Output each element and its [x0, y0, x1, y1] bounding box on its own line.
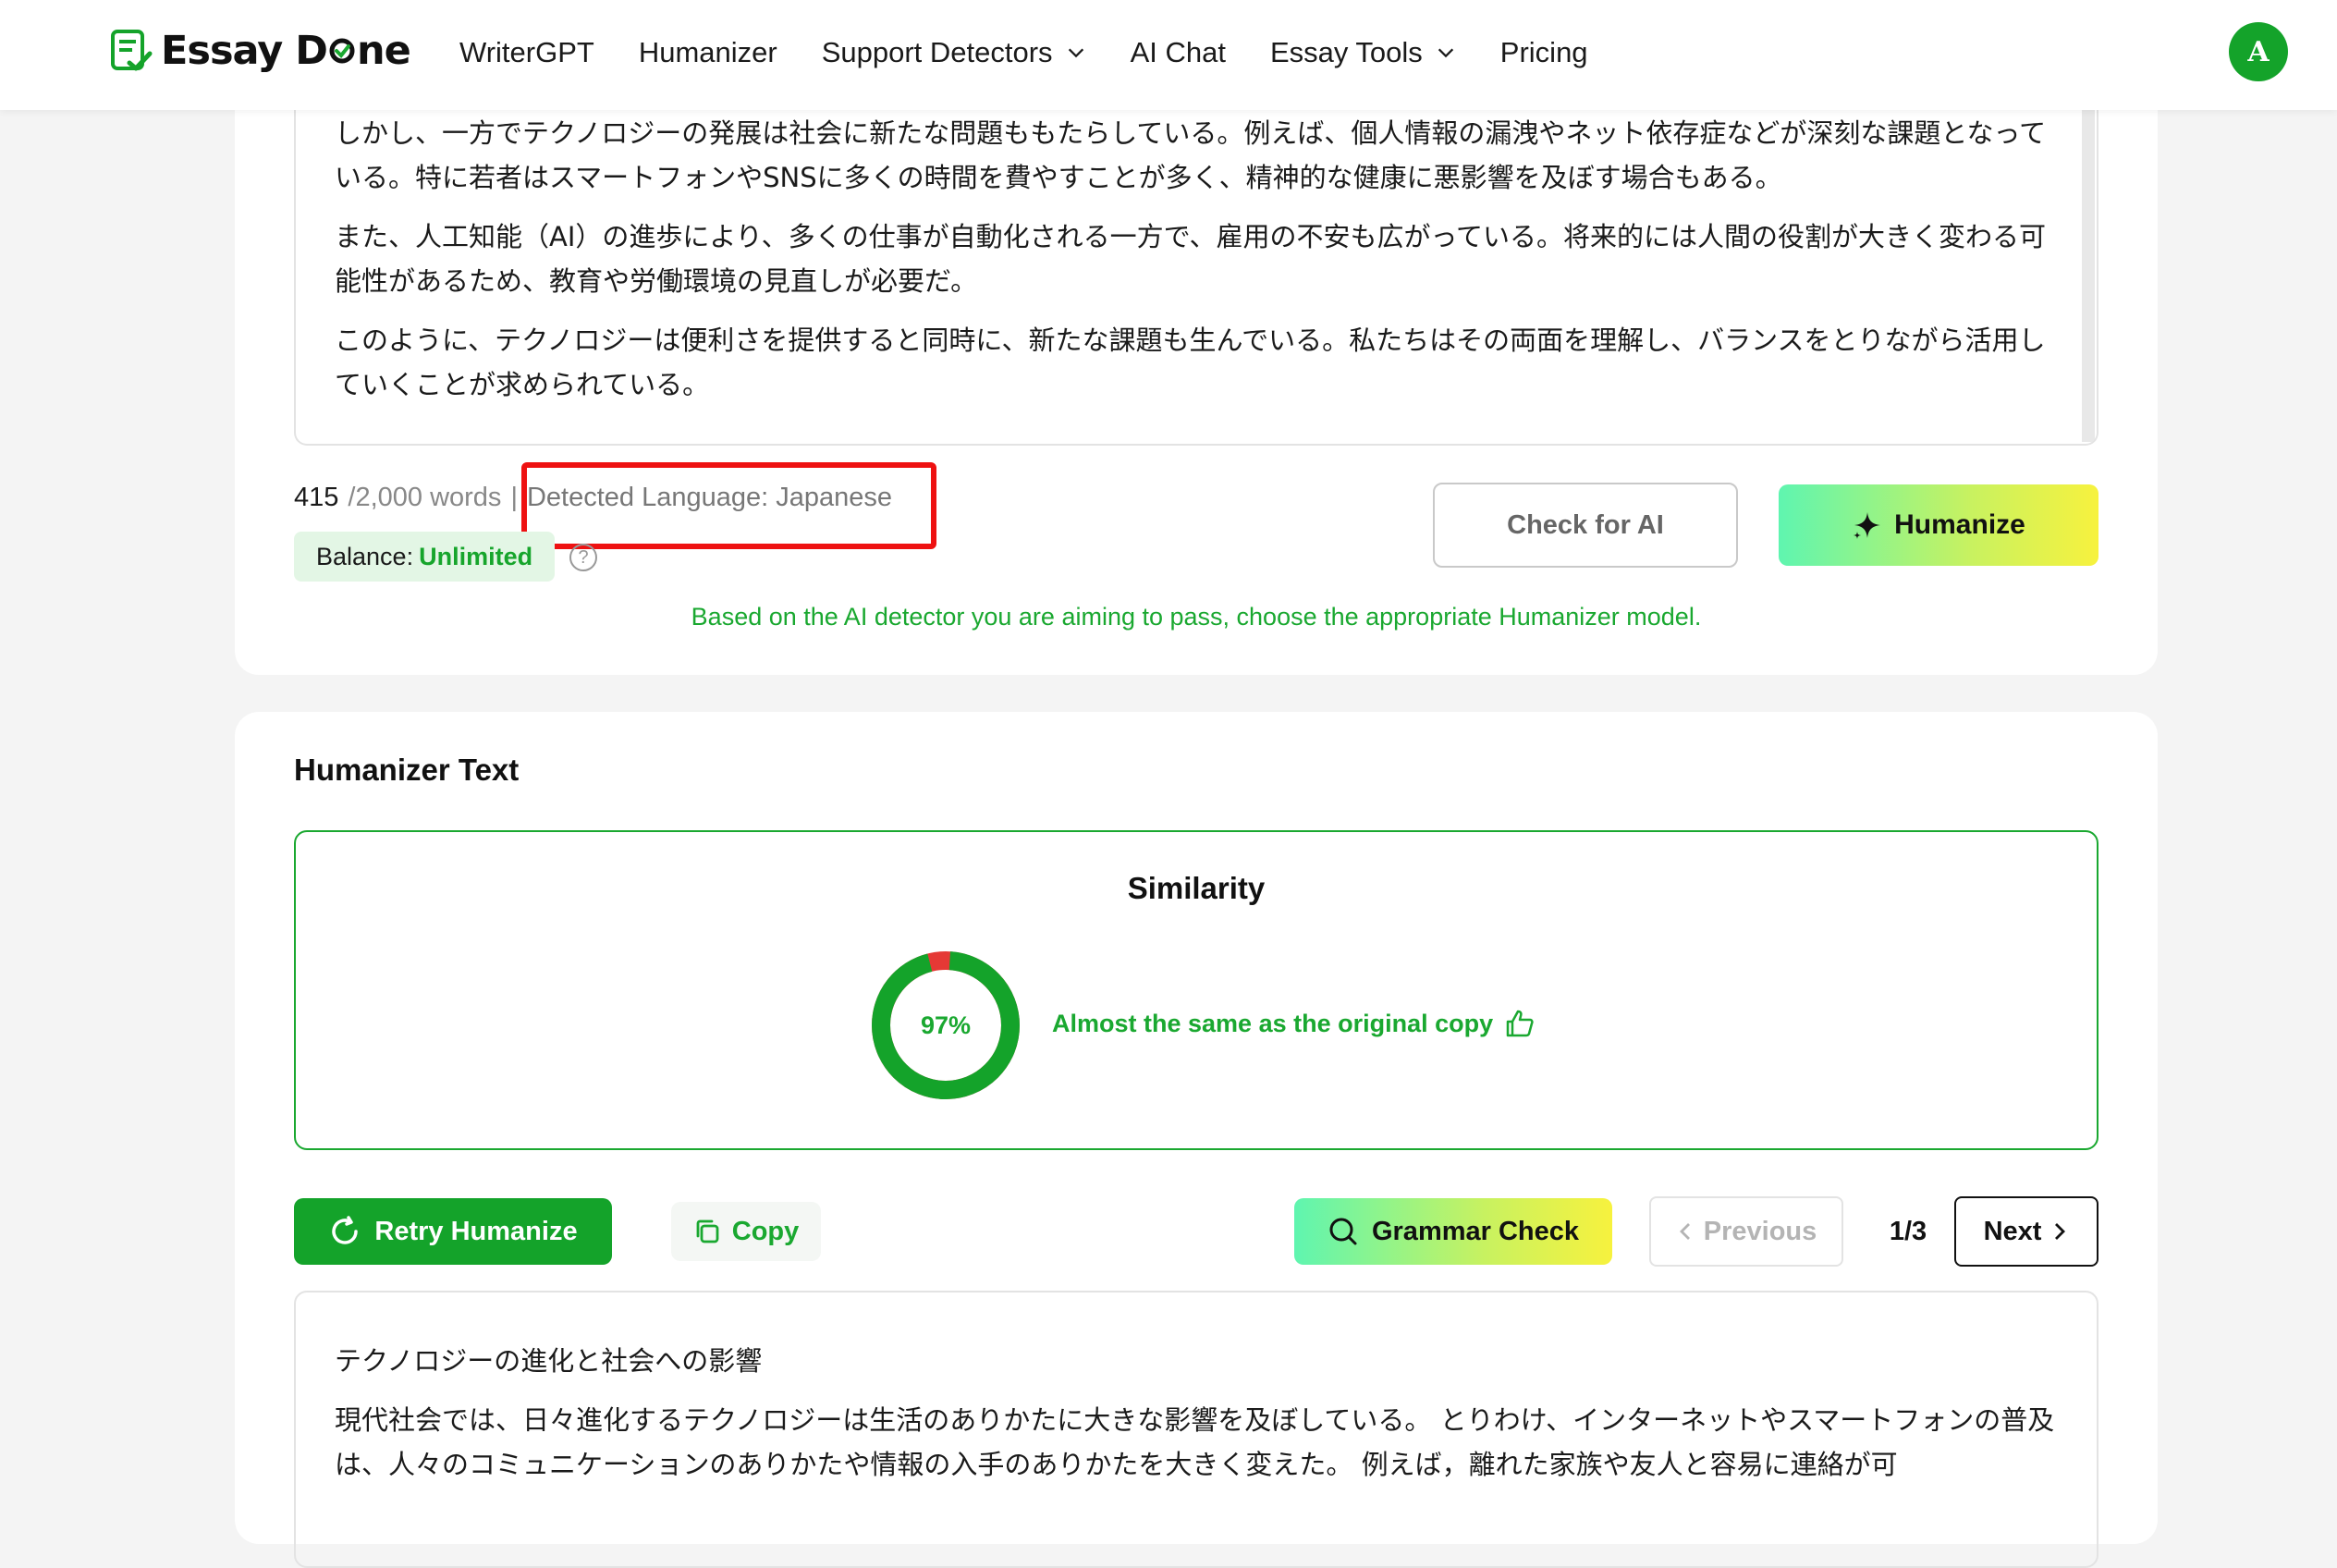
help-icon[interactable]: ? — [569, 544, 597, 571]
humanized-output-text[interactable]: テクノロジーの進化と社会への影響 現代社会では、日々進化するテクノロジーは生活の… — [294, 1291, 2098, 1568]
copy-label: Copy — [731, 1216, 800, 1246]
nav-pricing[interactable]: Pricing — [1500, 36, 1588, 69]
nav-label: Support Detectors — [821, 36, 1053, 68]
nav-essay-tools[interactable]: Essay Tools — [1270, 36, 1456, 69]
input-textarea[interactable]: しかし、一方でテクノロジーの発展は社会に新たな問題ももたらしている。例えば、個人… — [294, 55, 2098, 446]
sparkle-icon — [1854, 512, 1881, 539]
logo-text-b: ne — [356, 28, 411, 74]
copy-button[interactable]: Copy — [671, 1202, 821, 1261]
chevron-left-icon — [1679, 1223, 1690, 1240]
similarity-title: Similarity — [1127, 871, 1266, 905]
thumbs-up-icon — [1506, 1010, 1534, 1037]
logo-text-a: Essay D — [161, 28, 328, 74]
nav-label: Essay Tools — [1269, 36, 1423, 68]
output-title-line: テクノロジーの進化と社会への影響 — [335, 1345, 763, 1377]
next-button[interactable]: Next — [1954, 1196, 2098, 1267]
logo-wordmark: Essay D ne — [161, 28, 411, 74]
nav-ai-chat[interactable]: AI Chat — [1131, 36, 1226, 69]
humanizer-output-card: Humanizer Text Similarity 97% Almost the… — [235, 712, 2158, 1568]
logo-o-check-icon — [329, 38, 355, 64]
chevron-down-icon — [1438, 48, 1453, 58]
textarea-scrollbar[interactable] — [2082, 55, 2095, 442]
word-count: 415 — [294, 483, 339, 512]
nav-label: AI Chat — [1130, 36, 1226, 68]
chevron-right-icon — [2055, 1223, 2066, 1240]
similarity-note: Almost the same as the original copy — [1052, 1008, 1536, 1039]
balance-label: Balance: — [316, 542, 414, 570]
retry-humanize-label: Retry Humanize — [374, 1216, 578, 1246]
model-hint-text: Based on the AI detector you are aiming … — [691, 603, 1702, 631]
copy-icon — [696, 1219, 719, 1243]
annotation-highlight-box — [521, 462, 936, 549]
input-card: しかし、一方でテクノロジーの発展は社会に新たな問題ももたらしている。例えば、個人… — [235, 55, 2158, 675]
nav-label: WriterGPT — [459, 36, 594, 68]
check-for-ai-button[interactable]: Check for AI — [1433, 483, 1738, 568]
nav-label: Humanizer — [638, 36, 777, 68]
grammar-check-button[interactable]: Grammar Check — [1294, 1198, 1612, 1265]
grammar-check-label: Grammar Check — [1371, 1216, 1580, 1246]
check-for-ai-label: Check for AI — [1507, 509, 1664, 540]
similarity-note-text: Almost the same as the original copy — [1052, 1009, 1494, 1037]
nav-humanizer[interactable]: Humanizer — [639, 36, 777, 69]
refresh-icon — [332, 1216, 359, 1244]
previous-button[interactable]: Previous — [1649, 1196, 1843, 1267]
search-icon — [1329, 1218, 1357, 1245]
balance-value: Unlimited — [419, 542, 533, 570]
word-limit: /2,000 words — [348, 483, 502, 512]
input-paragraph: しかし、一方でテクノロジーの発展は社会に新たな問題ももたらしている。例えば、個人… — [335, 117, 2047, 193]
humanize-button[interactable]: Humanize — [1779, 484, 2098, 566]
previous-label: Previous — [1703, 1216, 1817, 1246]
retry-humanize-button[interactable]: Retry Humanize — [294, 1198, 612, 1265]
essaydone-logo[interactable]: Essay D ne — [107, 28, 411, 74]
similarity-percent: 97% — [920, 1011, 972, 1039]
nav-writergpt[interactable]: WriterGPT — [459, 36, 594, 69]
top-navbar: Essay D ne WriterGPT Humanizer Support D… — [0, 0, 2337, 110]
humanize-label: Humanize — [1894, 509, 2025, 540]
main-nav: WriterGPT Humanizer Support Detectors AI… — [459, 30, 1588, 76]
nav-support-detectors[interactable]: Support Detectors — [822, 36, 1086, 69]
chevron-down-icon — [1068, 48, 1083, 58]
input-paragraph: また、人工知能（AI）の進歩により、多くの仕事が自動化される一方で、雇用の不安も… — [335, 221, 2047, 297]
similarity-panel: Similarity 97% Almost the same as the or… — [294, 830, 2098, 1150]
next-label: Next — [1983, 1216, 2042, 1246]
user-avatar[interactable]: A — [2229, 22, 2288, 81]
page-indicator: 1/3 — [1889, 1216, 1927, 1246]
logo-document-check-icon — [111, 30, 153, 71]
nav-label: Pricing — [1499, 36, 1588, 68]
balance-badge: Balance: Unlimited — [294, 532, 556, 582]
separator: | — [510, 483, 518, 512]
input-paragraph: このように、テクノロジーは便利さを提供すると同時に、新たな課題も生んでいる。私た… — [335, 325, 2046, 400]
section-title: Humanizer Text — [294, 753, 520, 787]
